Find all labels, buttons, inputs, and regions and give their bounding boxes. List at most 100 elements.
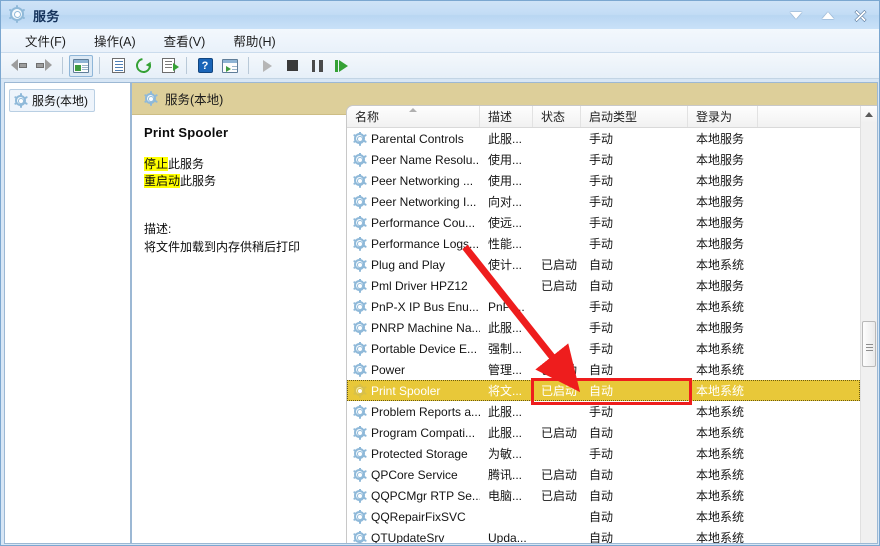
back-button[interactable]	[7, 55, 31, 77]
scrollbar-thumb[interactable]	[862, 321, 876, 367]
menu-help[interactable]: 帮助(H)	[223, 28, 285, 53]
table-row[interactable]: QQRepairFixSVC 自动 本地系统	[347, 506, 860, 527]
services-list: 名称 描述 状态 启动类型 登录为 Parental Controls 此服... 手动 本地…	[346, 105, 877, 543]
column-header-label: 启动类型	[589, 110, 638, 124]
cell-name: Parental Controls	[347, 131, 480, 146]
cell-name: Print Spooler	[347, 383, 480, 398]
help-button[interactable]: ?	[193, 55, 217, 77]
cell-logon: 本地服务	[696, 153, 745, 167]
table-row[interactable]: PnP-X IP Bus Enu... PnP-... 手动 本地系统	[347, 296, 860, 317]
table-row[interactable]: PNRP Machine Na... 此服... 手动 本地服务	[347, 317, 860, 338]
cell-start: 手动	[589, 216, 614, 230]
cell-start: 自动	[589, 510, 614, 524]
services-gear-icon	[8, 5, 27, 24]
table-row[interactable]: QQPCMgr RTP Se... 电脑... 已启动 自动 本地系统	[347, 485, 860, 506]
table-row[interactable]: Plug and Play 使计... 已启动 自动 本地系统	[347, 254, 860, 275]
start-service-button[interactable]	[255, 55, 279, 77]
sort-ascending-icon	[409, 108, 417, 112]
column-header-name[interactable]: 名称	[347, 106, 480, 127]
show-console-button[interactable]	[218, 55, 242, 77]
cell-desc: 性能...	[488, 237, 523, 251]
scroll-up-button[interactable]	[861, 106, 877, 123]
show-tree-button[interactable]	[69, 54, 93, 77]
stop-service-button[interactable]	[280, 55, 304, 77]
restart-link-rest: 此服务	[180, 174, 217, 188]
table-row[interactable]: QTUpdateSrv Upda... 自动 本地系统	[347, 527, 860, 543]
cell-logon: 本地系统	[696, 426, 745, 440]
properties-button[interactable]	[106, 55, 130, 77]
pause-service-button[interactable]	[305, 55, 329, 77]
services-window: 服务 文件(F) 操作(A) 查看(V) 帮助(H) ? 服务(本地) 服务(本…	[0, 0, 880, 546]
table-row[interactable]: Program Compati... 此服... 已启动 自动 本地系统	[347, 422, 860, 443]
table-row[interactable]: Protected Storage 为敏... 手动 本地系统	[347, 443, 860, 464]
minimize-button[interactable]	[781, 5, 811, 25]
restart-service-link[interactable]: 重启动此服务	[144, 173, 336, 190]
table-row[interactable]: QPCore Service 腾讯... 已启动 自动 本地系统	[347, 464, 860, 485]
table-row[interactable]: Parental Controls 此服... 手动 本地服务	[347, 128, 860, 149]
table-row[interactable]: Peer Networking I... 向对... 手动 本地服务	[347, 191, 860, 212]
cell-start: 手动	[589, 342, 614, 356]
services-gear-icon	[13, 93, 28, 108]
stop-service-link[interactable]: 停止此服务	[144, 156, 336, 173]
column-header-desc[interactable]: 描述	[480, 106, 533, 127]
cell-start: 手动	[589, 174, 614, 188]
cell-desc: 电脑...	[488, 489, 523, 503]
export-list-button[interactable]	[156, 55, 180, 77]
restart-service-button[interactable]	[330, 55, 354, 77]
table-row[interactable]: Peer Name Resolu... 使用... 手动 本地服务	[347, 149, 860, 170]
service-name-label: Peer Networking ...	[371, 173, 474, 188]
service-name-label: Print Spooler	[371, 383, 441, 398]
triangle-down-icon	[790, 11, 802, 19]
cell-name: PnP-X IP Bus Enu...	[347, 299, 480, 314]
cell-state: 已启动	[541, 426, 578, 440]
cell-start: 手动	[589, 321, 614, 335]
details-pane: 服务(本地) Print Spooler 停止此服务 重启动此服务 描述: 将文…	[131, 82, 878, 544]
maximize-button[interactable]	[813, 5, 843, 25]
service-gear-icon	[352, 194, 367, 209]
menu-action[interactable]: 操作(A)	[84, 28, 146, 53]
cell-state: 已启动	[541, 363, 578, 377]
table-row[interactable]: Problem Reports a... 此服... 手动 本地系统	[347, 401, 860, 422]
vertical-scrollbar[interactable]	[860, 106, 877, 543]
cell-state: 已启动	[541, 279, 578, 293]
cell-desc: 此服...	[488, 405, 523, 419]
table-row[interactable]: Performance Cou... 使远... 手动 本地服务	[347, 212, 860, 233]
menu-bar: 文件(F) 操作(A) 查看(V) 帮助(H)	[1, 28, 879, 53]
scrollbar-grip-icon	[865, 343, 873, 345]
column-header-logon[interactable]: 登录为	[688, 106, 758, 127]
table-row[interactable]: Portable Device E... 强制... 手动 本地系统	[347, 338, 860, 359]
menu-view[interactable]: 查看(V)	[154, 28, 216, 53]
service-detail-panel: Print Spooler 停止此服务 重启动此服务 描述: 将文件加载到内存供…	[132, 115, 346, 543]
table-row[interactable]: Performance Logs... 性能... 手动 本地服务	[347, 233, 860, 254]
cell-name: Peer Networking I...	[347, 194, 480, 209]
forward-button[interactable]	[32, 55, 56, 77]
window-controls	[781, 1, 875, 29]
cell-desc: Upda...	[488, 530, 527, 544]
service-gear-icon	[352, 173, 367, 188]
menu-file[interactable]: 文件(F)	[15, 28, 76, 53]
column-header-start[interactable]: 启动类型	[581, 106, 688, 127]
column-header-state[interactable]: 状态	[533, 106, 581, 127]
table-row[interactable]: Peer Networking ... 使用... 手动 本地服务	[347, 170, 860, 191]
table-row-selected[interactable]: Print Spooler 将文... 已启动 自动 本地系统	[347, 380, 860, 401]
cell-name: Program Compati...	[347, 425, 480, 440]
close-icon	[854, 9, 867, 22]
table-row[interactable]: Power 管理... 已启动 自动 本地系统	[347, 359, 860, 380]
service-name-label: Program Compati...	[371, 425, 476, 440]
service-name-label: Protected Storage	[371, 446, 468, 461]
content-area: 服务(本地) 服务(本地) Print Spooler 停止此服务 重启动此服务…	[1, 79, 879, 545]
refresh-button[interactable]	[131, 55, 155, 77]
list-header-row: 名称 描述 状态 启动类型 登录为	[347, 106, 877, 128]
sidebar-item-services-local[interactable]: 服务(本地)	[9, 89, 95, 112]
cell-logon: 本地系统	[696, 258, 745, 272]
restart-service-icon	[335, 59, 349, 72]
cell-start: 手动	[589, 153, 614, 167]
service-gear-icon	[352, 152, 367, 167]
close-button[interactable]	[845, 5, 875, 25]
export-list-icon	[161, 58, 179, 73]
pane-header-title: 服务(本地)	[165, 93, 224, 107]
service-detail-title: Print Spooler	[144, 125, 229, 140]
cell-desc: 使用...	[488, 153, 523, 167]
table-row[interactable]: Pml Driver HPZ12 已启动 自动 本地服务	[347, 275, 860, 296]
cell-name: Performance Cou...	[347, 215, 480, 230]
